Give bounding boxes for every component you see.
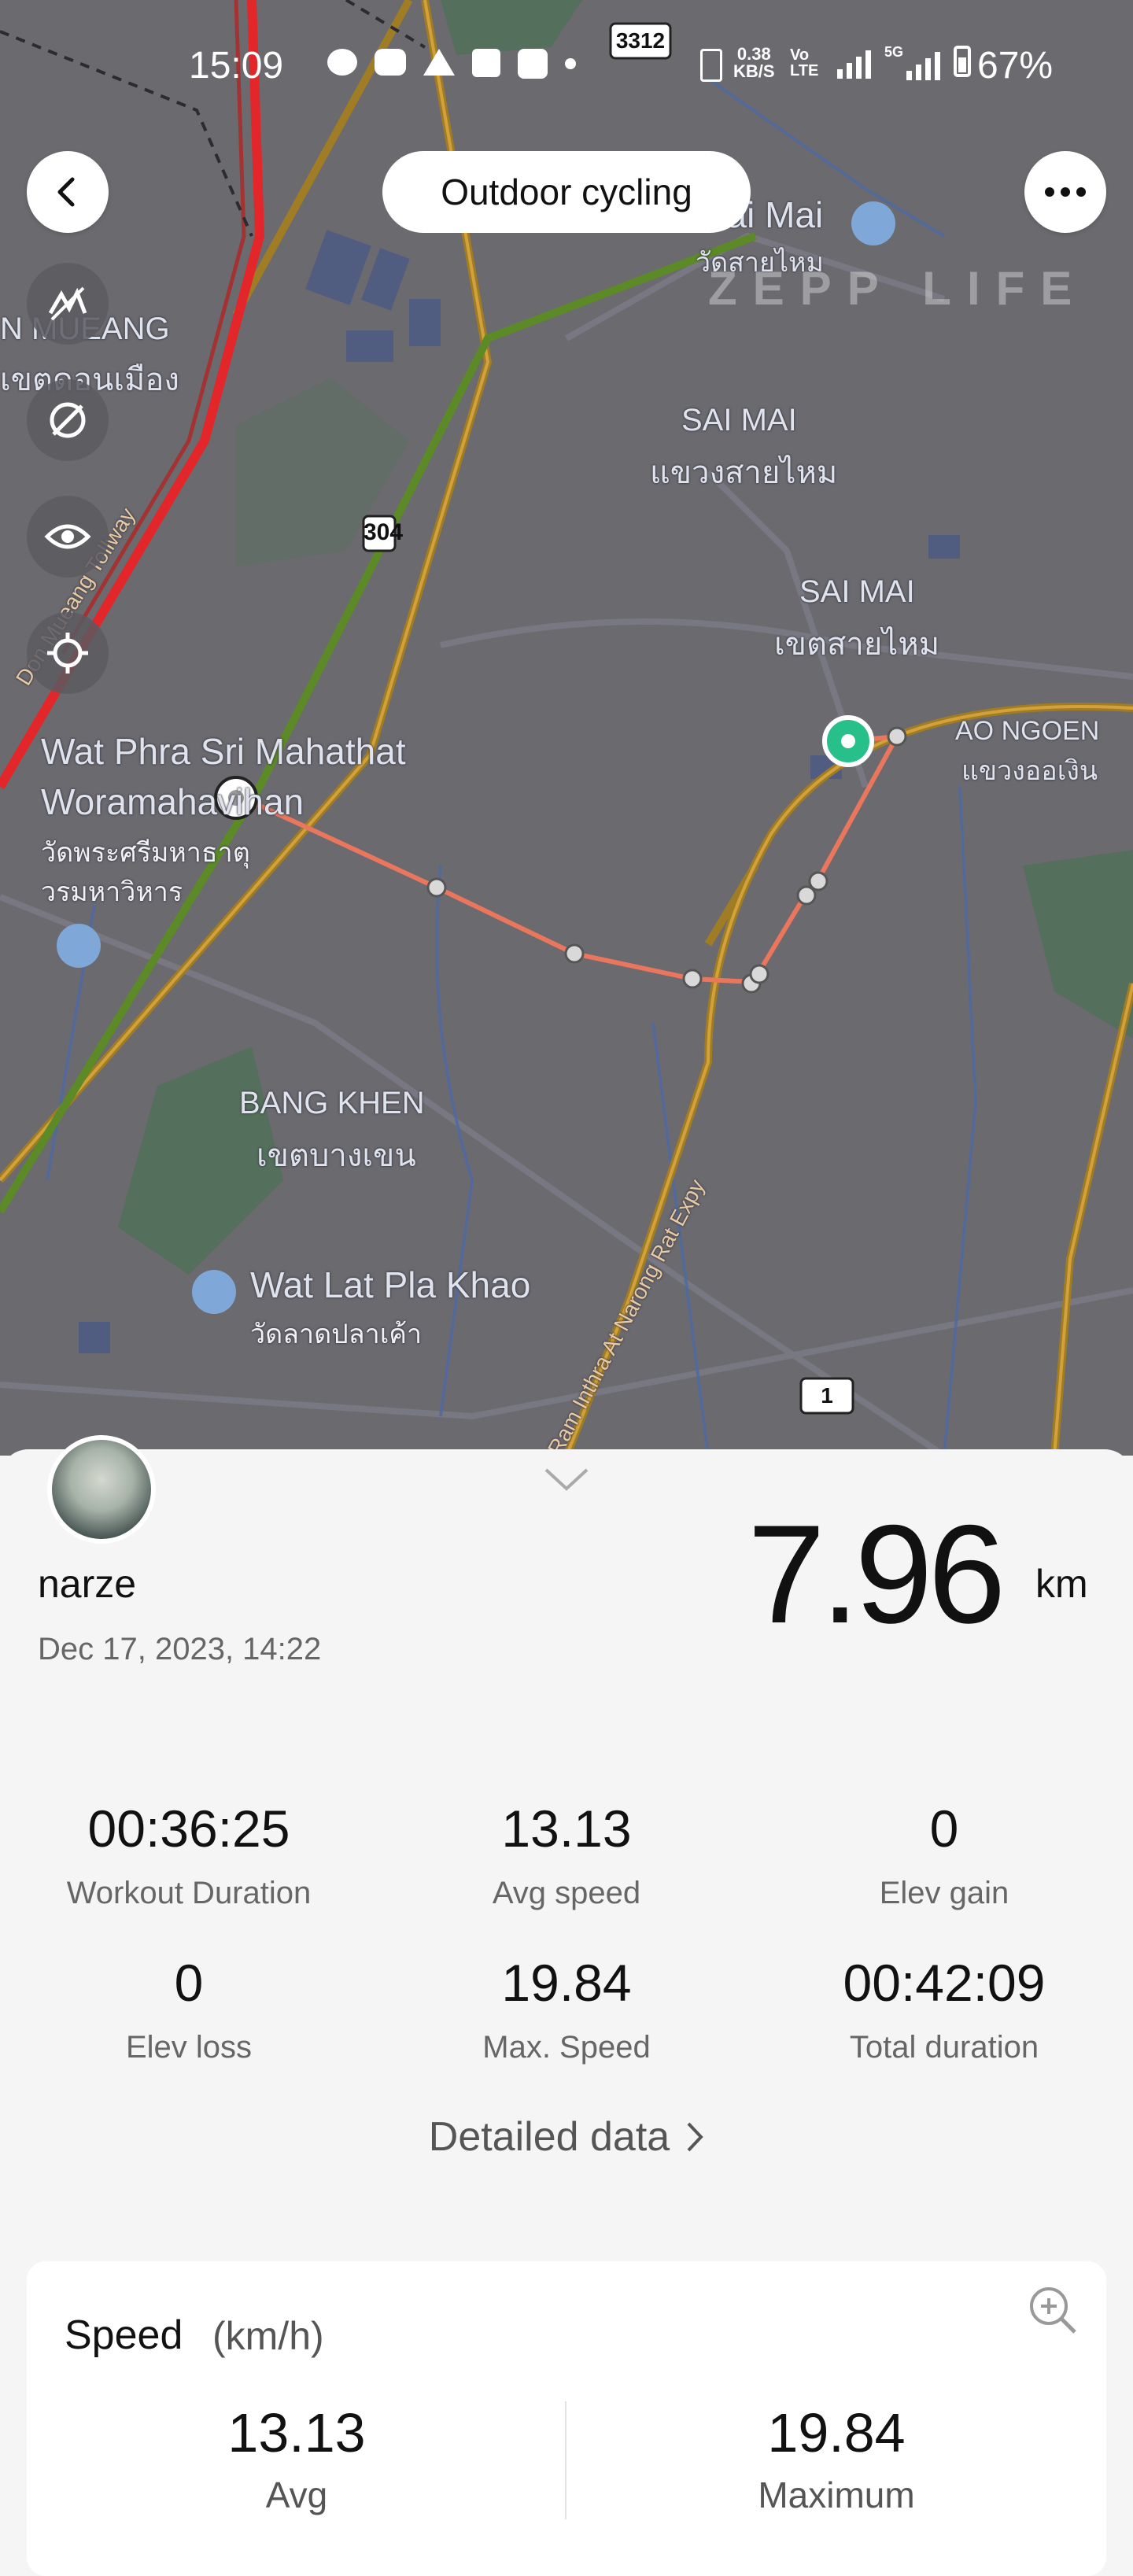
status-time: 15:09 — [189, 44, 284, 87]
stat-elev-loss-label: Elev loss — [125, 2030, 253, 2065]
chat-icon — [327, 49, 357, 76]
user-name: narze — [38, 1562, 137, 1606]
stat-max-speed-label: Max. Speed — [482, 2030, 651, 2065]
stat-avg-speed-label: Avg speed — [492, 1876, 641, 1910]
zoom-in-icon — [1030, 2287, 1076, 2334]
route-shield-1: 304 — [364, 519, 404, 545]
back-button[interactable] — [27, 151, 109, 233]
map-label-wat-lat: Wat Lat Pla Khao — [250, 1264, 531, 1305]
zepp-life-watermark: ZEPP LIFE — [708, 262, 1088, 315]
map-label-ao-ngoen: AO NGOEN — [955, 716, 1100, 746]
route-shield-304: 1 — [821, 1383, 833, 1408]
volte-icon: Vo LTE — [790, 46, 819, 79]
speed-card: Speed (km/h) 13.13 Avg 19.84 Maximum — [27, 2261, 1106, 2576]
speed-avg-value: 13.13 — [227, 2402, 366, 2463]
map-label-sai-mai-2-th: เขตสายไหม — [774, 627, 940, 662]
stat-elev-gain-label: Elev gain — [879, 1876, 1009, 1910]
hide-route-button[interactable] — [27, 379, 109, 461]
map-label-sai-mai-1: SAI MAI — [681, 403, 797, 437]
map-label-ao-ngoen-th: แขวงออเงิน — [961, 756, 1098, 786]
notification-icons — [327, 49, 576, 79]
app-icon — [518, 49, 548, 79]
battery-icon — [954, 46, 971, 77]
km-marker-icon — [48, 286, 87, 321]
stat-total-duration-value: 00:42:09 — [843, 1954, 1046, 2012]
speed-card-title: Speed — [65, 2312, 183, 2358]
avatar[interactable] — [47, 1435, 156, 1544]
network-5g-label: 5G — [884, 44, 904, 60]
battery-percent: 67% — [977, 44, 1054, 87]
stat-max-speed-value: 19.84 — [501, 1954, 632, 2012]
detailed-data-label: Detailed data — [428, 2114, 670, 2160]
more-notifications-dot-icon — [565, 58, 576, 69]
locate-icon — [47, 633, 88, 674]
shopping-bag-icon — [472, 49, 500, 77]
game-icon — [375, 49, 406, 76]
map-style-toggle-button[interactable] — [27, 263, 109, 345]
map-label-wat-phra-2: Woramahavihan — [41, 781, 304, 822]
signal-5g-icon — [906, 49, 940, 80]
speed-card-unit: (km/h) — [212, 2314, 324, 2358]
map-label-sai-mai-1-th: แขวงสายไหม — [650, 456, 838, 490]
chevron-down-icon — [544, 1468, 589, 1491]
telegram-icon — [423, 49, 455, 76]
more-dots-icon — [1045, 187, 1086, 197]
route-shield-3312: 3312 — [615, 28, 666, 53]
route-line — [234, 734, 899, 984]
chevron-right-icon — [687, 2122, 703, 2152]
back-arrow-icon — [57, 177, 75, 207]
speed-max-label: Maximum — [758, 2475, 915, 2515]
locate-button[interactable] — [27, 612, 109, 694]
map-label-wat-phra-th2: วรมหาวิหาร — [41, 877, 183, 907]
view-toggle-button[interactable] — [27, 496, 109, 578]
speed-max-value: 19.84 — [767, 2402, 906, 2463]
distance-value: 7.96 — [747, 1496, 1006, 1652]
network-speed: 0.38 KB/S — [733, 44, 775, 81]
map-label-bang-khen-th: เขตบางเขน — [256, 1139, 416, 1173]
stat-workout-duration-value: 00:36:25 — [87, 1799, 290, 1858]
activity-date: Dec 17, 2023, 14:22 — [38, 1632, 322, 1666]
map-label-wat-lat-th: วัดลาดปลาเค้า — [250, 1319, 423, 1349]
distance-unit: km — [1035, 1562, 1088, 1606]
collapse-sheet-handle[interactable] — [543, 1467, 590, 1497]
detailed-data-link[interactable]: Detailed data — [330, 2113, 803, 2161]
signal-icon — [837, 47, 871, 79]
route-off-icon — [50, 402, 86, 438]
map-label-sai-mai-2: SAI MAI — [799, 574, 915, 609]
workout-type-title: Outdoor cycling — [382, 151, 751, 233]
map-label-wat-phra-th1: วัดพระศรีมหาธาตุ — [41, 838, 250, 868]
map-label-bang-khen: BANG KHEN — [239, 1086, 425, 1120]
stat-elev-loss-value: 0 — [174, 1954, 204, 2012]
stat-workout-duration-label: Workout Duration — [66, 1876, 312, 1910]
eye-icon — [44, 524, 91, 549]
map-label-wat-phra-1: Wat Phra Sri Mahathat — [41, 731, 406, 772]
zoom-in-button[interactable] — [1028, 2285, 1078, 2339]
more-options-button[interactable] — [1024, 151, 1106, 233]
speed-avg-label: Avg — [265, 2475, 328, 2515]
stat-total-duration-label: Total duration — [849, 2030, 1039, 2065]
bluetooth-icon — [700, 49, 722, 82]
stat-avg-speed-value: 13.13 — [501, 1799, 632, 1858]
stat-elev-gain-value: 0 — [929, 1799, 959, 1858]
